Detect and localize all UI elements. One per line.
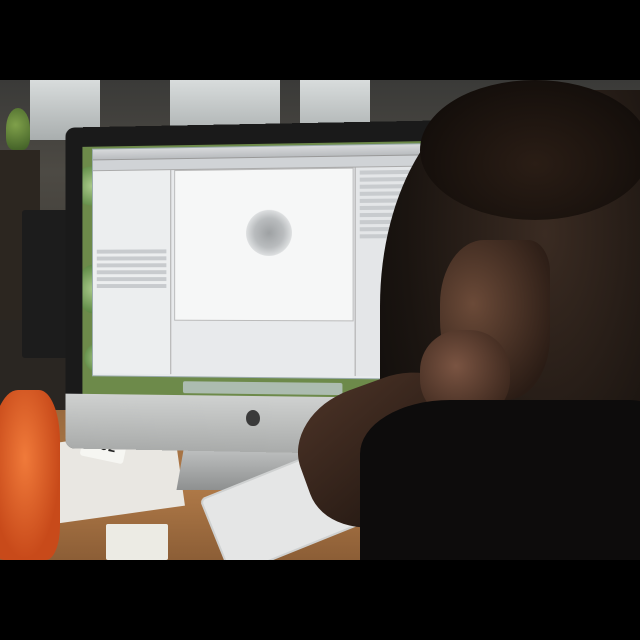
left-panel[interactable] [92,170,172,375]
apple-icon [246,409,260,427]
orange-bag [0,390,60,560]
shirt [360,400,640,560]
dock[interactable] [182,381,343,396]
hair [420,80,640,220]
small-packet [106,524,168,560]
network-graph [246,209,292,257]
photo-frame: 202 [0,0,640,640]
plant [6,108,30,150]
office-photo: 202 [0,80,640,560]
graph-canvas[interactable] [174,167,354,322]
app-window [91,143,425,380]
